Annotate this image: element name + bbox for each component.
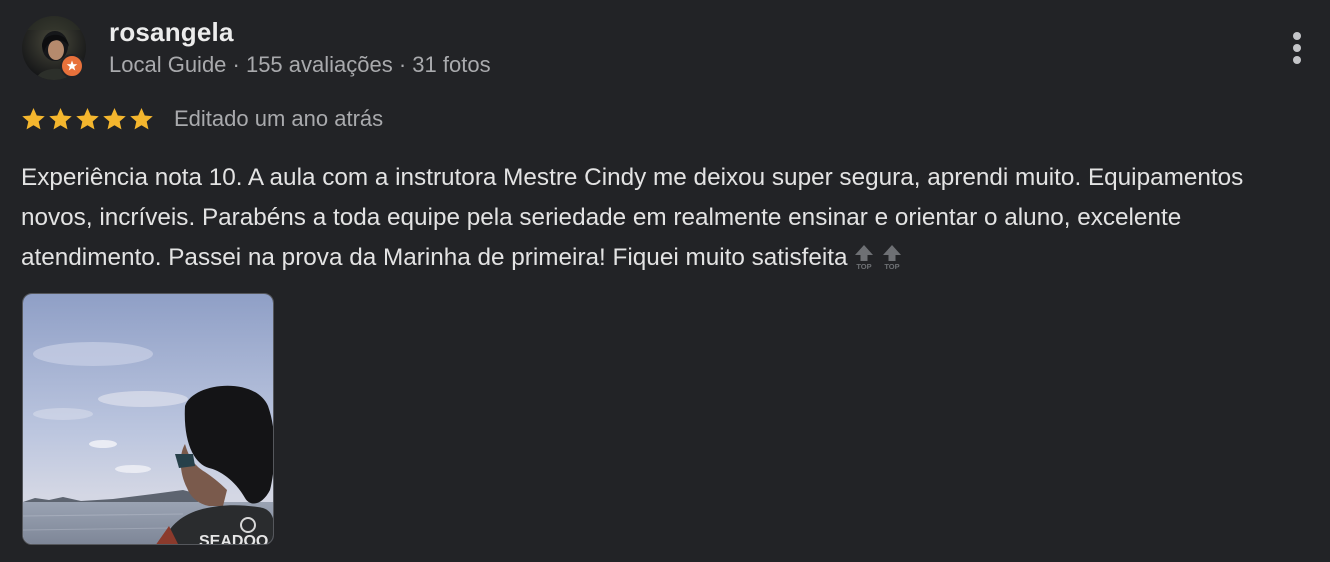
star-icon	[76, 107, 99, 129]
svg-text:TOP: TOP	[856, 262, 871, 270]
review-card: rosangela Local Guide · 155 avaliações ·…	[0, 0, 1330, 562]
local-guide-badge-icon	[60, 54, 84, 78]
more-vert-icon	[1293, 32, 1301, 64]
wetsuit-logo-text: SEADOO	[199, 533, 268, 545]
review-text: Experiência nota 10. A aula com a instru…	[21, 158, 1316, 278]
author-name[interactable]: rosangela	[109, 17, 234, 47]
review-photo-image: SEADOO	[23, 294, 273, 545]
avatar[interactable]	[22, 16, 86, 80]
star-icon	[130, 107, 153, 129]
star-icon	[22, 107, 45, 129]
svg-text:TOP: TOP	[884, 262, 899, 270]
star-rating	[20, 104, 155, 134]
more-options-button[interactable]	[1280, 28, 1314, 68]
review-body: Experiência nota 10. A aula com a instru…	[21, 164, 1244, 271]
top-arrow-icon: TOP	[882, 245, 901, 270]
top-arrow-icon: TOP	[854, 245, 873, 270]
edited-timestamp: Editado um ano atrás	[174, 106, 384, 131]
author-meta: Local Guide · 155 avaliações · 31 fotos	[109, 52, 491, 77]
review-photo[interactable]: SEADOO	[22, 293, 274, 545]
star-icon	[49, 107, 72, 129]
star-icon	[103, 107, 126, 129]
